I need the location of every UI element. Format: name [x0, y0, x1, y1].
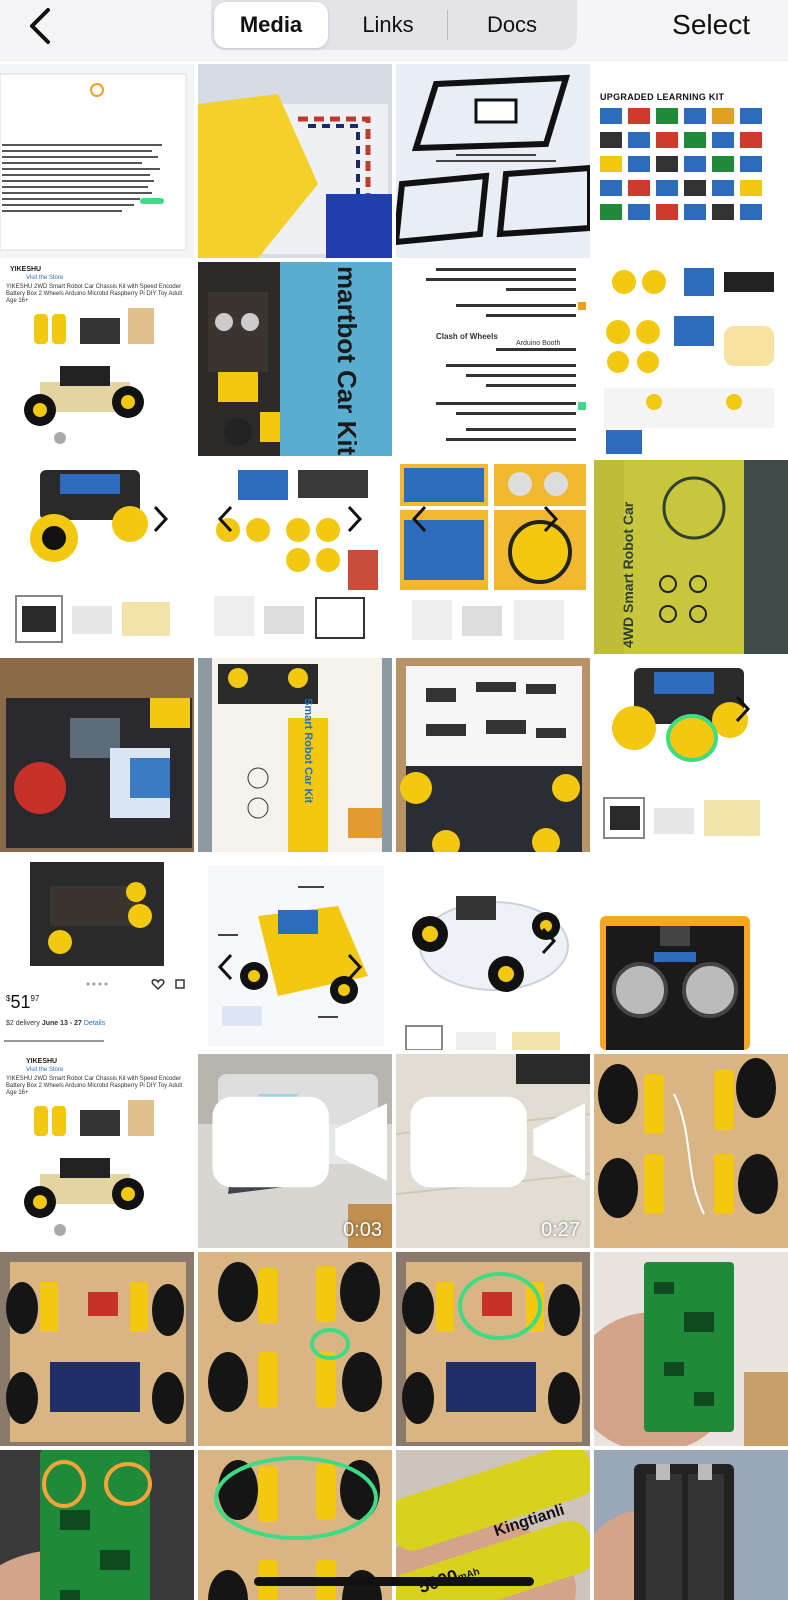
video-duration: 0:03: [343, 1219, 382, 1241]
product-title: YIKESHU 2WD Smart Robot Car Chassis Kit …: [6, 284, 183, 305]
media-thumbnail[interactable]: UPGRADED LEARNING KIT: [594, 64, 788, 258]
store-brand: YIKESHU: [26, 1058, 58, 1065]
robot-car-product-image: [0, 460, 194, 654]
segment-divider: [447, 10, 448, 40]
video-thumbnail[interactable]: 0:03: [198, 1054, 392, 1248]
media-thumbnail[interactable]: $5197 $2 delivery June 13 - 27 Details: [0, 856, 194, 1050]
segmented-control: Media Links Docs: [211, 0, 577, 50]
media-thumbnail[interactable]: [198, 1252, 392, 1446]
media-thumbnail[interactable]: [198, 64, 392, 258]
media-thumbnail[interactable]: [0, 460, 194, 654]
video-camera-icon: [212, 1096, 388, 1188]
clear-chassis-image: [396, 856, 590, 1050]
store-brand: YIKESHU: [10, 266, 42, 273]
box-label: martbot Car Kit: [332, 266, 362, 456]
kit-heading: UPGRADED LEARNING KIT: [600, 92, 725, 102]
media-thumbnail[interactable]: [198, 460, 392, 654]
box-label: Smart Robot Car Kit: [302, 698, 314, 804]
chevron-right-icon: [735, 695, 751, 723]
chat-message-screenshot: [396, 262, 590, 456]
chevron-left-icon: [217, 505, 233, 533]
document-screenshot-image: [0, 64, 194, 258]
media-thumbnail[interactable]: [0, 1450, 194, 1600]
battery-holder-photo: [594, 1450, 788, 1600]
box-label: 4WD Smart Robot Car: [620, 501, 636, 648]
price-cents: 97: [30, 994, 40, 1003]
chat-line: Arduino Booth: [516, 340, 561, 347]
tab-docs[interactable]: Docs: [449, 0, 575, 50]
chevron-right-icon: [153, 505, 169, 533]
details-link: Details: [83, 1020, 106, 1027]
back-button[interactable]: [18, 4, 62, 48]
highlighted-chassis-photo: [198, 1252, 392, 1446]
assembled-chassis-photo: [594, 1054, 788, 1248]
media-thumbnail[interactable]: [0, 658, 194, 852]
chevron-right-icon: [347, 505, 363, 533]
highlighted-wheel-image: [594, 658, 788, 852]
open-kit-box-photo: [0, 658, 194, 852]
chevron-left-icon: [411, 505, 427, 533]
media-thumbnail[interactable]: martbot Car Kit: [198, 262, 392, 456]
product-price: $5197: [6, 992, 40, 1012]
chevron-left-icon: [217, 953, 233, 981]
media-thumbnail[interactable]: [396, 460, 590, 654]
pcb-in-hand-photo: [594, 1252, 788, 1446]
media-thumbnail[interactable]: [594, 856, 788, 1050]
video-thumbnail[interactable]: 0:27: [396, 1054, 590, 1248]
game-field-diagram: [396, 64, 590, 258]
select-button[interactable]: Select: [672, 2, 750, 48]
product-title: YIKESHU 2WD Smart Robot Car Chassis Kit …: [6, 1076, 183, 1097]
media-thumbnail[interactable]: YIKESHU Visit the Store YIKESHU 2WD Smar…: [0, 1054, 194, 1248]
chevron-right-icon: [347, 953, 363, 981]
media-thumbnail[interactable]: [594, 1252, 788, 1446]
media-thumbnail[interactable]: [396, 856, 590, 1050]
video-camera-icon: [410, 1096, 586, 1188]
chat-line: Clash of Wheels: [436, 332, 498, 341]
chevron-right-icon: [543, 505, 559, 533]
media-thumbnail[interactable]: YIKESHU Visit the Store YIKESHU 2WD Smar…: [0, 262, 194, 456]
kit-parts-carousel-image: [198, 460, 392, 654]
media-thumbnail[interactable]: Smart Robot Car Kit: [198, 658, 392, 852]
tab-links[interactable]: Links: [331, 0, 445, 50]
chevron-left-icon: [30, 8, 50, 44]
media-thumbnail[interactable]: [594, 1054, 788, 1248]
media-thumbnail[interactable]: [594, 1450, 788, 1600]
media-thumbnail[interactable]: [396, 658, 590, 852]
smart-robot-box-photo: [198, 658, 392, 852]
circled-module-photo: [396, 1252, 590, 1446]
media-thumbnail[interactable]: Clash of Wheels Arduino Booth: [396, 262, 590, 456]
media-thumbnail[interactable]: [594, 658, 788, 852]
media-thumbnail[interactable]: [0, 1252, 194, 1446]
video-duration: 0:27: [541, 1219, 580, 1241]
delivery-date: June 13 - 27: [41, 1020, 82, 1027]
store-link: Visit the Store: [26, 275, 64, 281]
robot-kit-components-image: [594, 262, 788, 456]
media-thumbnail[interactable]: 4WD Smart Robot Car: [594, 460, 788, 654]
ultrasonic-sensor-image: [594, 856, 788, 1050]
media-thumbnail[interactable]: [396, 1252, 590, 1446]
kit-instructions-photo: [396, 658, 590, 852]
delivery-info: $2 delivery June 13 - 27 Details: [6, 1020, 105, 1028]
price-dollars: 51: [10, 992, 31, 1012]
delivery-prefix: $2 delivery: [6, 1020, 40, 1027]
media-thumbnail[interactable]: [594, 262, 788, 456]
chevron-right-icon: [541, 927, 557, 955]
media-thumbnail[interactable]: [198, 856, 392, 1050]
annotated-pcb-photo: [0, 1450, 194, 1600]
sensor-collage-image: [396, 460, 590, 654]
smartbot-box-photo: [198, 262, 392, 456]
top-nav-bar: Media Links Docs Select: [0, 0, 788, 62]
store-link: Visit the Store: [26, 1067, 64, 1073]
media-thumbnail[interactable]: [0, 64, 194, 258]
home-indicator: [254, 1577, 534, 1586]
competition-field-photo: [198, 64, 392, 258]
motor-driver-photo: [0, 1252, 194, 1446]
media-thumbnail[interactable]: [396, 64, 590, 258]
tab-media[interactable]: Media: [214, 2, 328, 48]
